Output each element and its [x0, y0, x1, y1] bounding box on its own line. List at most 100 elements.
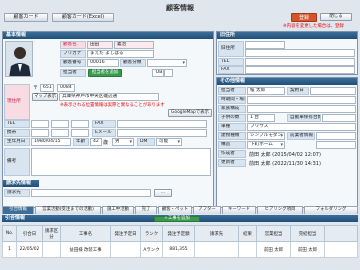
- car-model-label: 車種: [218, 123, 246, 131]
- inquiry-table: No. 引合日 請求区分 工事名 発注予定日 ランク 発注予定額 請求先 結果 …: [2, 225, 358, 258]
- tab-after[interactable]: アフター: [193, 206, 221, 214]
- postal-code-1-input[interactable]: 651: [40, 84, 54, 92]
- add-construction-button[interactable]: +工事を追加: [154, 216, 200, 222]
- customer-card-excel-button[interactable]: 顧客カード(Excel): [52, 13, 114, 22]
- kana-input[interactable]: まえだ よしはる: [87, 50, 154, 58]
- tel-1-input[interactable]: [31, 120, 49, 128]
- col-order-date: 発注予定日: [110, 225, 141, 242]
- tab-hearing[interactable]: ヒアリング項目: [257, 206, 303, 214]
- add-staff-button[interactable]: 担当者を追加: [88, 69, 122, 77]
- col-rank: ランク: [140, 225, 163, 242]
- customer-name-given-input[interactable]: 義治: [114, 41, 154, 49]
- col-no: No.: [2, 225, 17, 242]
- mobile-3-input[interactable]: [71, 129, 89, 137]
- gender-select[interactable]: 男: [112, 138, 134, 146]
- cell-complete-rep: 前田 太郎: [290, 241, 325, 258]
- mobile-2-input[interactable]: [51, 129, 69, 137]
- notes-label: 備考: [4, 148, 30, 176]
- col-extra: [324, 225, 358, 242]
- customer-category-select[interactable]: [147, 59, 187, 67]
- fax-label: FAX: [92, 120, 116, 128]
- notes-textarea[interactable]: [31, 148, 211, 176]
- birth-label: 生年月日: [4, 138, 30, 146]
- billing-header: 請求先情報: [3, 180, 39, 187]
- rep-input[interactable]: 桜 太郎: [247, 87, 285, 95]
- postal-mark: 〒: [33, 85, 39, 91]
- tel-2-input[interactable]: [51, 120, 69, 128]
- car-model-input[interactable]: プリウス: [247, 123, 356, 131]
- age-unit: 歳: [103, 140, 109, 146]
- creator-label: 作成者: [218, 150, 246, 158]
- birth-input[interactable]: 1980/04/15: [31, 138, 71, 146]
- tab-construction[interactable]: 施工中活動: [102, 206, 134, 214]
- col-billing-to: 請求先: [194, 225, 239, 242]
- customer-code-input[interactable]: 00016: [87, 59, 119, 67]
- structure-select[interactable]: 下町ホーム: [247, 141, 285, 149]
- old-fax-input[interactable]: [245, 66, 355, 74]
- customer-name-family-input[interactable]: 田田: [87, 41, 113, 49]
- timing-label: 時期間・場日: [218, 96, 246, 104]
- children-label: 子供の数: [218, 114, 246, 122]
- basic-info-header: 基本情報: [3, 32, 213, 39]
- cars-input[interactable]: [322, 114, 356, 122]
- map-display-button[interactable]: マップ表示: [32, 93, 58, 101]
- old-fax-label: FAX: [218, 66, 244, 74]
- tab-complete[interactable]: 完了: [135, 206, 157, 214]
- fax-input[interactable]: [117, 120, 207, 128]
- billing-input[interactable]: [31, 189, 151, 197]
- customer-card-button[interactable]: 顧客カード: [4, 13, 48, 22]
- email-input[interactable]: [117, 129, 207, 137]
- col-date: 引合日: [16, 225, 43, 242]
- tab-folder[interactable]: フォルダリング: [304, 206, 358, 214]
- structure-extra-input[interactable]: [316, 141, 356, 149]
- tab-sales-activity[interactable]: 営業活動(受注までの活動): [35, 206, 101, 214]
- person-icon: [6, 42, 32, 76]
- change-note: ※内容を変更した場合は、登録: [283, 24, 344, 29]
- cell-billing-to: [194, 241, 239, 258]
- cell-sales-rep: 前田 太郎: [256, 241, 291, 258]
- family-input[interactable]: [247, 105, 356, 113]
- tab-keyword[interactable]: キーワード: [222, 206, 256, 214]
- children-input[interactable]: 1 台: [247, 114, 275, 122]
- updater-value: 前田 太郎 (2022/11/30 14:31): [249, 161, 321, 167]
- col-result: 結果: [238, 225, 257, 242]
- cell-result: [238, 241, 257, 258]
- old-address-label: 旧住所: [218, 41, 244, 57]
- address-input[interactable]: 兵庫県神戸市中央区磯辺通: [59, 93, 159, 101]
- cell-extra: [324, 241, 358, 258]
- staff-label: 担当者: [60, 69, 86, 77]
- googlemap-button[interactable]: GoogleMapで表示: [168, 109, 212, 117]
- dm-select[interactable]: 可能: [156, 138, 182, 146]
- contract-date-input[interactable]: [310, 87, 356, 95]
- old-tel-input[interactable]: [245, 58, 355, 66]
- postal-code-2-input[interactable]: 0084: [57, 84, 75, 92]
- customer-code-label: 顧客番号: [60, 59, 86, 67]
- customer-name-label: 顧客名: [60, 41, 86, 49]
- mobile-1-input[interactable]: [31, 129, 49, 137]
- cell-project-name[interactable]: 益田様 改装工事: [60, 241, 111, 258]
- building-select[interactable]: シンプルモダン: [247, 132, 285, 140]
- email-label: Eメール: [92, 129, 116, 137]
- cell-rank: Aランク: [140, 241, 163, 258]
- col-billing-type: 請求区分: [42, 225, 61, 242]
- old-postal-input[interactable]: [245, 41, 285, 49]
- customer-photo: [5, 41, 33, 77]
- close-button[interactable]: 閉じる: [320, 13, 352, 21]
- billing-search-button[interactable]: …: [154, 189, 172, 197]
- table-row[interactable]: 1 22/05/02 益田様 改装工事 Aランク 881,355 前田 太郎 前…: [2, 241, 358, 258]
- col-sales-rep: 営業担当: [256, 225, 291, 242]
- tel-3-input[interactable]: [71, 120, 89, 128]
- ob-label: OB: [152, 69, 164, 77]
- old-address-input[interactable]: [245, 49, 355, 57]
- inquiry-table-header: No. 引合日 請求区分 工事名 発注予定日 ランク 発注予定額 請求先 結果 …: [2, 225, 358, 242]
- customer-category-label: 顧客分類: [120, 59, 146, 67]
- register-button[interactable]: 登録: [291, 13, 317, 22]
- kana-label: フリガナ: [60, 50, 86, 58]
- creator-value: 前田 太郎 (2015/04/02 12:07): [249, 152, 321, 158]
- ob-checkbox[interactable]: [164, 69, 173, 77]
- tab-customer-pet[interactable]: 顧客・ペット: [158, 206, 192, 214]
- prev-vendor-input[interactable]: [316, 132, 356, 140]
- col-complete-rep: 完結担当: [290, 225, 325, 242]
- timing-input[interactable]: [247, 96, 356, 104]
- tab-inquiry[interactable]: 引合情報: [2, 206, 34, 214]
